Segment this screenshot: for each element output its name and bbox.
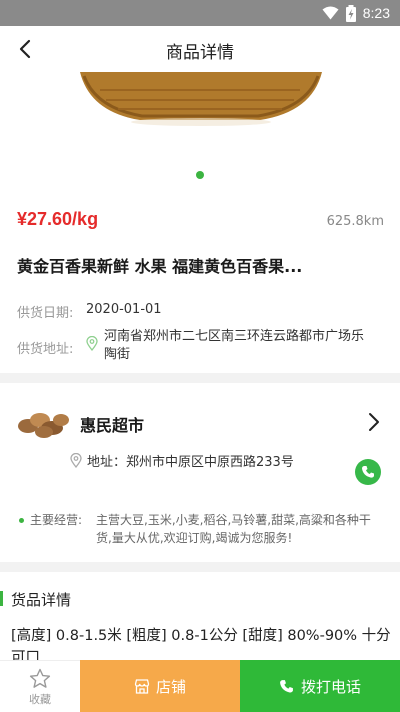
store-address: 地址：郑州市中原区中原西路233号 <box>87 455 294 470</box>
wifi-icon <box>322 6 339 20</box>
status-bar: 8:23 <box>0 0 400 26</box>
bullet-dot <box>19 518 24 523</box>
business-label: 主要经营: <box>30 513 83 527</box>
price: ¥27.60/kg <box>17 209 99 229</box>
section-accent-bar <box>0 591 3 606</box>
phone-icon <box>362 466 374 478</box>
chevron-right-icon[interactable] <box>368 412 380 432</box>
status-time: 8:23 <box>362 5 390 21</box>
carousel-indicator-dot <box>196 171 204 179</box>
supply-address-value: 河南省郑州市二七区南三环连云路都市广场乐陶街 <box>104 329 365 362</box>
favorite-label: 收藏 <box>29 693 51 706</box>
bottom-action-bar: 收藏 店铺 拨打电话 <box>0 660 400 712</box>
distance: 625.8km <box>326 214 384 229</box>
store-call-button[interactable] <box>355 459 381 485</box>
section-divider <box>0 562 400 572</box>
phone-icon <box>280 679 293 692</box>
star-icon <box>29 668 51 688</box>
supply-date-label: 供货日期: <box>17 306 74 321</box>
shop-label: 店铺 <box>155 677 186 696</box>
store-icon <box>134 678 150 694</box>
favorite-button[interactable]: 收藏 <box>0 660 80 712</box>
section-divider <box>0 373 400 383</box>
store-thumbnail[interactable] <box>16 406 70 440</box>
business-description: 主营大豆,玉米,小麦,稻谷,马铃薯,甜菜,高粱和各种干货,量大从优,欢迎订购,竭… <box>96 513 371 545</box>
battery-charging-icon <box>345 4 356 22</box>
page-title: 商品详情 <box>166 43 234 63</box>
location-pin-icon <box>70 453 82 468</box>
call-button[interactable]: 拨打电话 <box>240 660 400 712</box>
location-pin-icon <box>86 336 98 351</box>
details-section-title: 货品详情 <box>11 591 72 609</box>
call-label: 拨打电话 <box>300 677 361 696</box>
supply-date-value: 2020-01-01 <box>86 302 162 317</box>
supply-address-label: 供货地址: <box>17 342 74 357</box>
shop-button[interactable]: 店铺 <box>80 660 240 712</box>
title-bar: 商品详情 <box>0 26 400 72</box>
store-name[interactable]: 惠民超市 <box>80 412 144 436</box>
product-name: 黄金百香果新鲜 水果 福建黄色百香果... <box>17 257 303 276</box>
status-icons: 8:23 <box>322 4 390 22</box>
